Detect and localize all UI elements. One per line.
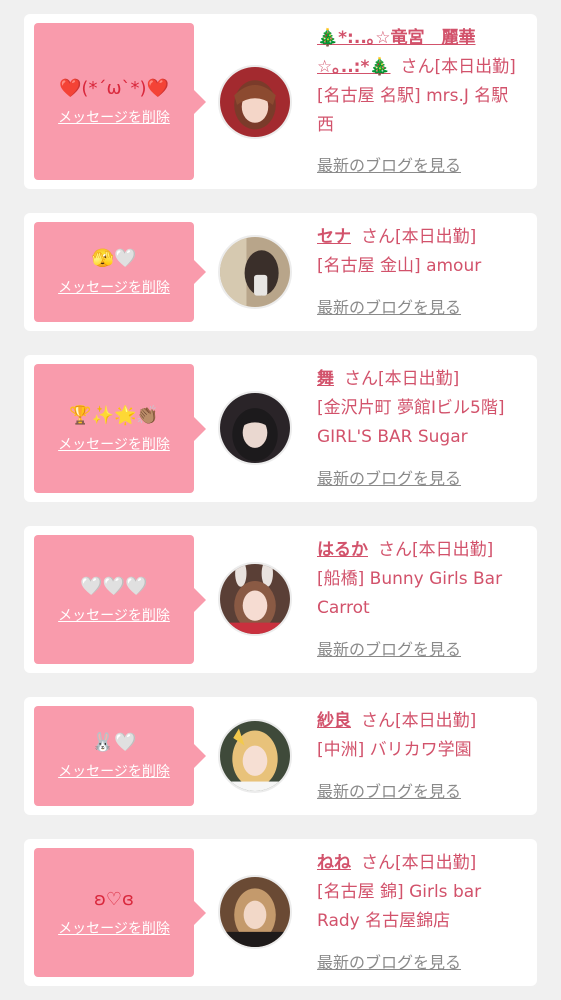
view-blog-link[interactable]: 最新のブログを見る bbox=[317, 297, 461, 319]
message-bubble: ❤️(*´ω`*)❤️ メッセージを削除 bbox=[34, 23, 206, 180]
avatar-photo-icon bbox=[220, 393, 290, 463]
status-text: さん[本日出勤] bbox=[400, 57, 516, 77]
avatar-photo-icon bbox=[220, 67, 290, 137]
status-text: さん[本日出勤] bbox=[361, 853, 477, 873]
message-card: ❤️(*´ω`*)❤️ メッセージを削除 🎄*:..｡☆竜宮 麗華☆｡..:*🎄… bbox=[24, 14, 537, 189]
status-text: さん[本日出勤] bbox=[361, 227, 477, 247]
delete-message-link[interactable]: メッセージを削除 bbox=[58, 436, 170, 454]
avatar[interactable] bbox=[218, 719, 292, 793]
delete-message-link[interactable]: メッセージを削除 bbox=[58, 920, 170, 938]
avatar-photo-icon bbox=[220, 237, 290, 307]
sender-name-link[interactable]: 紗良 bbox=[317, 711, 351, 731]
view-blog-link[interactable]: 最新のブログを見る bbox=[317, 639, 461, 661]
message-info: 舞さん[本日出勤] [金沢片町 夢館Ⅰビル5階] GIRL'S BAR Suga… bbox=[317, 365, 525, 452]
shop-text: [中洲] バリカワ学園 bbox=[317, 740, 472, 760]
message-bubble: 🤍🤍🤍 メッセージを削除 bbox=[34, 535, 206, 664]
shop-text: [名古屋 名駅] mrs.J 名駅西 bbox=[317, 86, 509, 135]
status-text: さん[本日出勤] bbox=[344, 369, 460, 389]
avatar[interactable] bbox=[218, 391, 292, 465]
message-bubble: 🏆✨🌟👏🏽 メッセージを削除 bbox=[34, 364, 206, 493]
shop-text: [名古屋 金山] amour bbox=[317, 256, 482, 276]
sender-name-link[interactable]: はるか bbox=[317, 540, 368, 560]
message-info: はるか さん[本日出勤] [船橋] Bunny Girls Bar Carrot bbox=[317, 536, 525, 623]
avatar[interactable] bbox=[218, 875, 292, 949]
message-card: 🐰🤍 メッセージを削除 紗良 さん[本日出勤] [中洲] バリカワ学園 最新のブロ… bbox=[24, 697, 537, 815]
message-bubble: 🫣🤍 メッセージを削除 bbox=[34, 222, 206, 322]
message-bubble: 🐰🤍 メッセージを削除 bbox=[34, 706, 206, 806]
status-text: さん[本日出勤] bbox=[361, 711, 477, 731]
message-info: 🎄*:..｡☆竜宮 麗華☆｡..:*🎄 さん[本日出勤] [名古屋 名駅] mrs… bbox=[317, 24, 525, 140]
view-blog-link[interactable]: 最新のブログを見る bbox=[317, 952, 461, 974]
sender-name-link[interactable]: 舞 bbox=[317, 369, 334, 389]
view-blog-link[interactable]: 最新のブログを見る bbox=[317, 781, 461, 803]
avatar-photo-icon bbox=[220, 877, 290, 947]
message-info: 紗良 さん[本日出勤] [中洲] バリカワ学園 bbox=[317, 707, 525, 765]
delete-message-link[interactable]: メッセージを削除 bbox=[58, 607, 170, 625]
message-emoji: 🤍🤍🤍 bbox=[80, 575, 148, 597]
message-emoji: 🏆✨🌟👏🏽 bbox=[69, 404, 159, 426]
avatar[interactable] bbox=[218, 235, 292, 309]
avatar-photo-icon bbox=[220, 721, 290, 791]
delete-message-link[interactable]: メッセージを削除 bbox=[58, 109, 170, 127]
message-emoji: 🐰🤍 bbox=[91, 732, 137, 753]
status-text: さん[本日出勤] bbox=[378, 540, 494, 560]
message-bubble: ʚ♡ɞ メッセージを削除 bbox=[34, 848, 206, 977]
avatar[interactable] bbox=[218, 562, 292, 636]
delete-message-link[interactable]: メッセージを削除 bbox=[58, 763, 170, 781]
sender-name-link[interactable]: ねね bbox=[317, 853, 351, 873]
shop-text: [金沢片町 夢館Ⅰビル5階] GIRL'S BAR Sugar bbox=[317, 398, 505, 447]
view-blog-link[interactable]: 最新のブログを見る bbox=[317, 468, 461, 490]
view-blog-link[interactable]: 最新のブログを見る bbox=[317, 155, 461, 177]
message-info: ねね さん[本日出勤] [名古屋 錦] Girls bar Rady 名古屋錦店 bbox=[317, 849, 525, 936]
delete-message-link[interactable]: メッセージを削除 bbox=[58, 279, 170, 297]
message-emoji: ʚ♡ɞ bbox=[93, 888, 135, 910]
avatar[interactable] bbox=[218, 65, 292, 139]
message-list: ❤️(*´ω`*)❤️ メッセージを削除 🎄*:..｡☆竜宮 麗華☆｡..:*🎄… bbox=[0, 0, 561, 1000]
message-card: 🫣🤍 メッセージを削除 セナ さん[本日出勤] [名古屋 金山] amour 最新… bbox=[24, 213, 537, 331]
message-info: セナ さん[本日出勤] [名古屋 金山] amour bbox=[317, 223, 525, 281]
sender-name-link[interactable]: セナ bbox=[317, 227, 351, 247]
message-card: ʚ♡ɞ メッセージを削除 ねね さん[本日出勤] [名古屋 錦] Girls ba… bbox=[24, 839, 537, 986]
shop-text: [船橋] Bunny Girls Bar Carrot bbox=[317, 569, 503, 618]
message-card: 🏆✨🌟👏🏽 メッセージを削除 舞さん[本日出勤] [金沢片町 夢館Ⅰビル5階] … bbox=[24, 355, 537, 502]
message-card: 🤍🤍🤍 メッセージを削除 はるか さん[本日出勤] [船橋] Bunny Girl… bbox=[24, 526, 537, 673]
avatar-photo-icon bbox=[220, 564, 290, 634]
message-emoji: 🫣🤍 bbox=[91, 248, 137, 269]
shop-text: [名古屋 錦] Girls bar Rady 名古屋錦店 bbox=[317, 882, 482, 931]
message-emoji: ❤️(*´ω`*)❤️ bbox=[59, 77, 169, 99]
